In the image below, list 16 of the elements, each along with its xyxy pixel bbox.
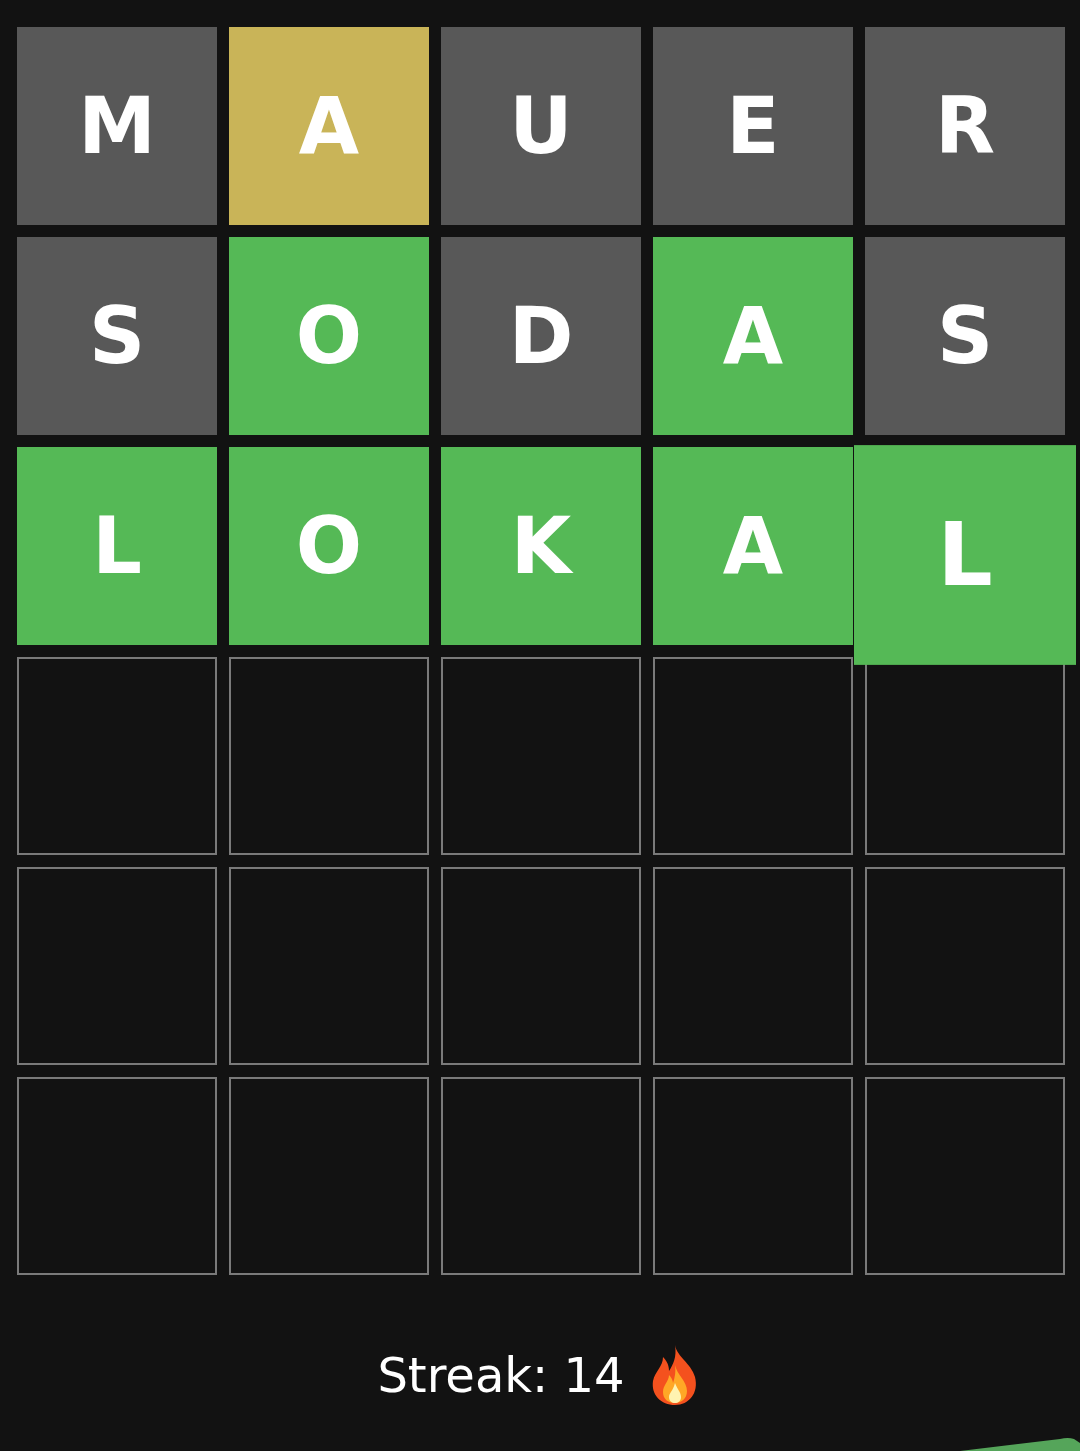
letter-tile: L (854, 445, 1076, 665)
letter-tile: U (441, 27, 641, 225)
letter-tile: L (17, 447, 217, 645)
letter-tile: O (229, 447, 429, 645)
letter-tile: A (653, 447, 853, 645)
letter-tile: S (17, 237, 217, 435)
letter-tile: M (17, 27, 217, 225)
letter-tile: K (441, 447, 641, 645)
streak-label: Streak: 14 (377, 1347, 625, 1403)
letter-tile: D (441, 237, 641, 435)
letter-tile: R (865, 27, 1065, 225)
letter-tile: E (653, 27, 853, 225)
letter-tile: A (653, 237, 853, 435)
letter-tile: O (229, 237, 429, 435)
letter-tile: S (865, 237, 1065, 435)
letter-tile: A (229, 27, 429, 225)
